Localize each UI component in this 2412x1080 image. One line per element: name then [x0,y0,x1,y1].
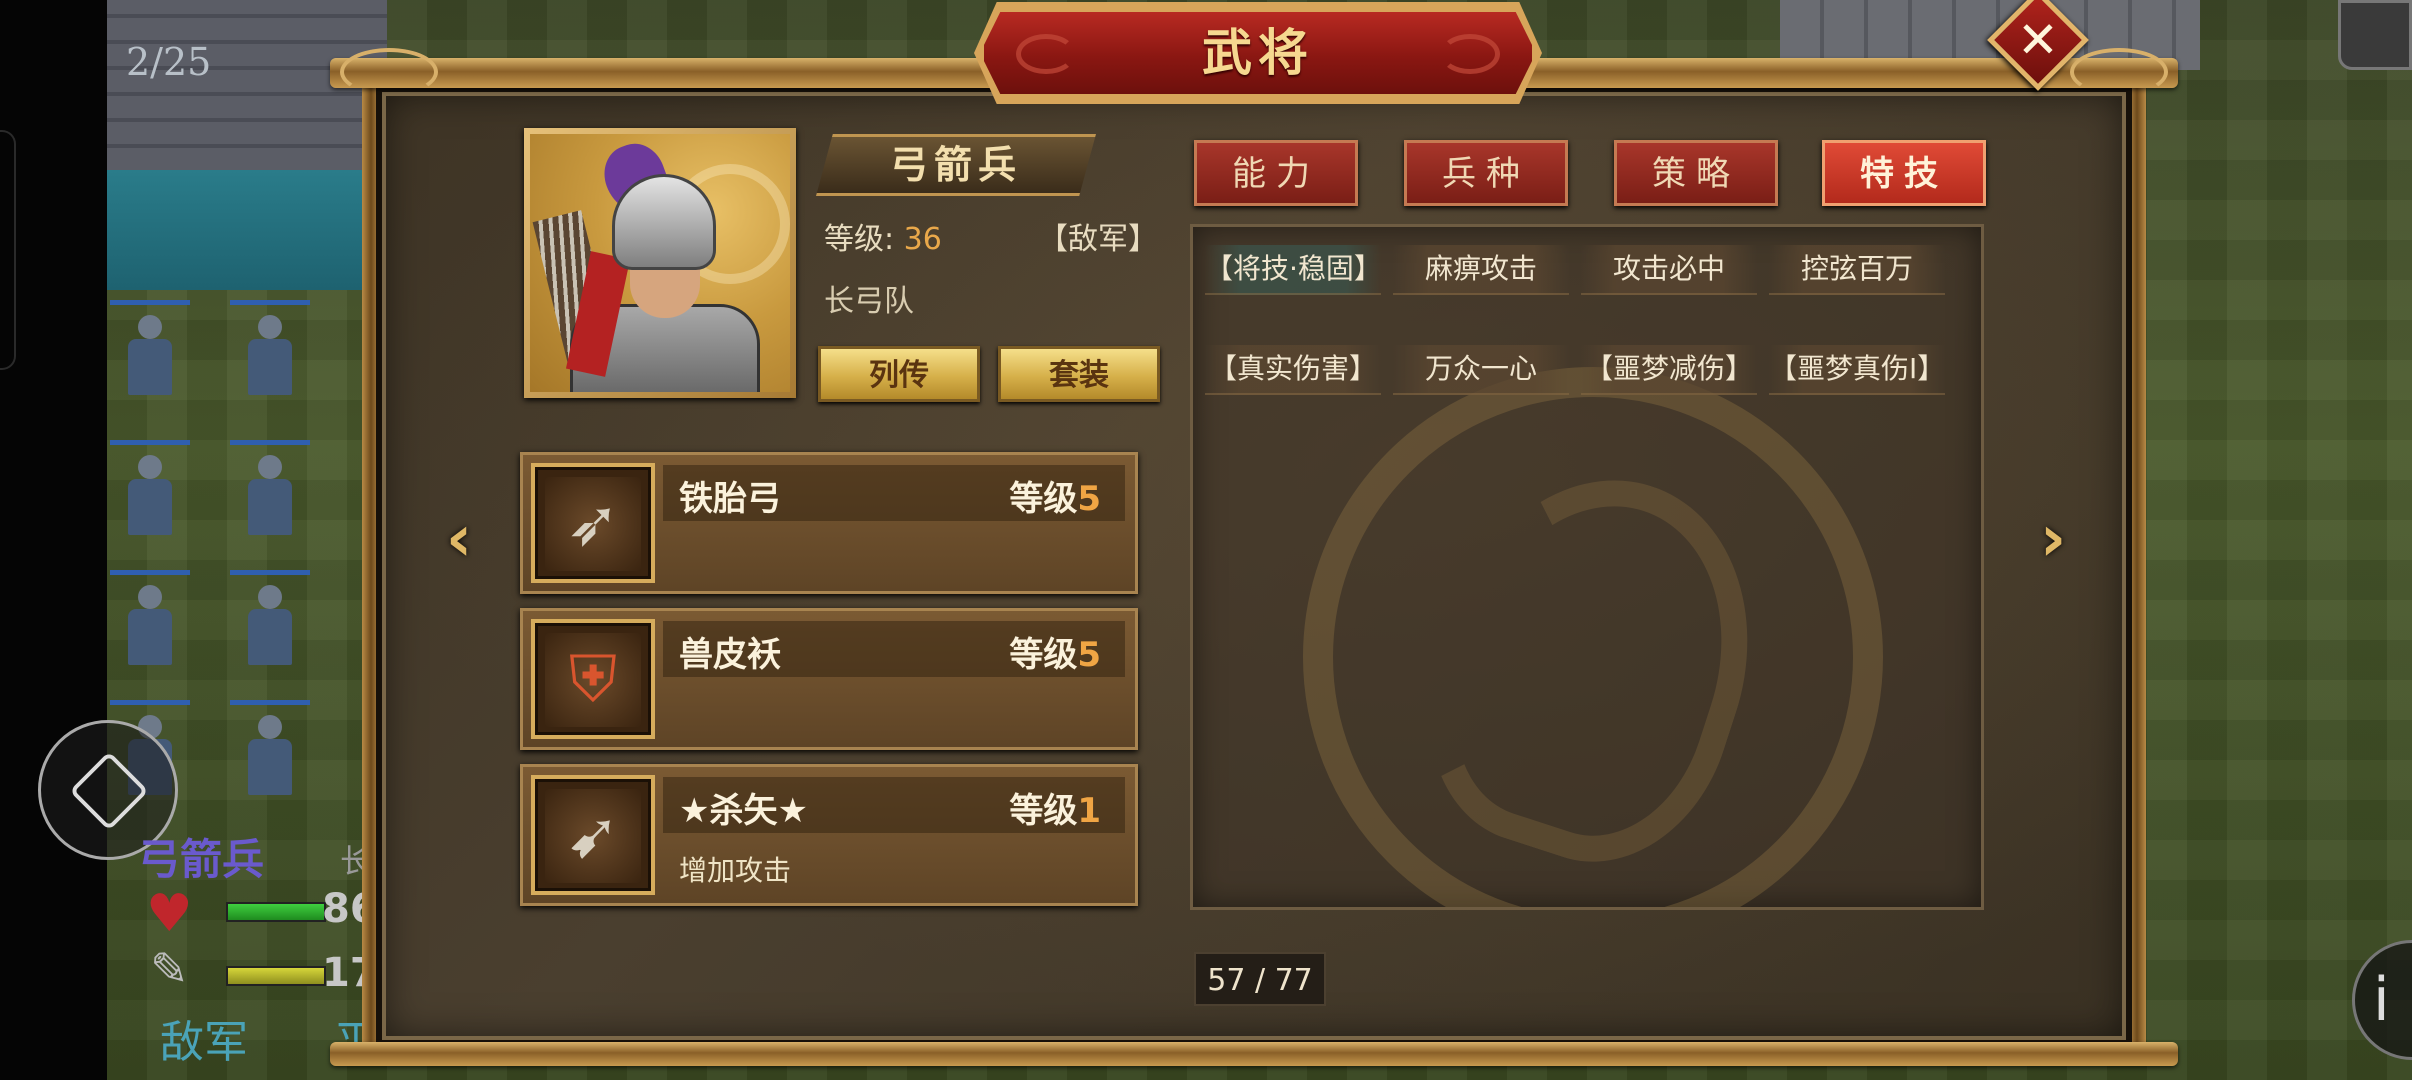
equipment-name: ★杀矢★ [679,791,808,831]
skill-tag[interactable]: 麻痹攻击 [1393,245,1569,295]
bow-icon: ➶ [545,477,641,571]
equipment-slot-weapon[interactable]: ➶ 铁胎弓 等级5 [520,452,1138,594]
frame-bottom-ornament [330,1042,2178,1066]
hud-side: 敌军 [160,1017,248,1068]
tab-special-skill[interactable]: 特技 [1822,140,1986,206]
troop-unit [110,570,190,670]
troop-unit [230,570,310,670]
hud-unit-name: 弓箭兵 [138,835,265,884]
troop-unit [110,440,190,540]
general-dialog: 武将 ✕ 弓箭兵 等级: 36 【敌军】 长弓队 列传 套装 ➶ 铁胎弓 等级5 [330,0,2178,1066]
hp-bar [226,902,326,922]
unit-type-label: 长弓队 [824,284,914,319]
equipment-level-label: 等级 [1009,791,1078,831]
portrait-image [530,134,790,392]
moat-water [107,170,387,290]
tab-ability[interactable]: 能力 [1194,140,1358,206]
dialog-title: 武将 [1202,23,1314,82]
equipment-level: 等级5 [1009,627,1101,676]
armor-icon: ⛨ [545,633,641,727]
prev-general-arrow-icon[interactable]: ‹ [434,504,484,574]
skill-tag[interactable]: 【噩梦真伤Ⅰ】 [1769,345,1945,395]
troop-unit [230,300,310,400]
general-portrait [524,128,796,398]
general-name: 弓箭兵 [889,142,1022,187]
arrow-icon: ➹ [545,789,641,883]
tab-strategy[interactable]: 策略 [1614,140,1778,206]
skill-tag[interactable]: 控弦百万 [1769,245,1945,295]
cube-icon [69,751,149,831]
equipment-icon-frame: ⛨ [531,619,655,739]
set-button[interactable]: 套装 [998,346,1160,402]
troop-unit [230,700,310,800]
skill-tag[interactable]: 【真实伤害】 [1205,345,1381,395]
skill-panel: 【将技·稳固】 麻痹攻击 攻击必中 控弦百万 【真实伤害】 万众一心 【噩梦减伤… [1190,224,1984,910]
equipment-name: 兽皮袄 [679,635,781,675]
equipment-slot-accessory[interactable]: ➹ ★杀矢★ 等级1 增加攻击 [520,764,1138,906]
screen-letterbox [0,0,107,1080]
mp-bar [226,966,326,986]
equipment-icon-frame: ➶ [531,463,655,583]
skill-tag[interactable]: 万众一心 [1393,345,1569,395]
close-icon[interactable]: ✕ [2002,4,2074,76]
equipment-level: 等级1 [1009,783,1101,832]
heart-icon: ♥ [146,884,193,944]
equipment-level-value: 5 [1077,479,1101,519]
skill-tag[interactable]: 【将技·稳固】 [1205,245,1382,295]
turn-counter: 2/25 [126,40,212,84]
skill-tag[interactable]: 【噩梦减伤】 [1581,345,1757,395]
equipment-level-label: 等级 [1009,635,1078,675]
biography-button[interactable]: 列传 [818,346,980,402]
equipment-level-label: 等级 [1009,479,1078,519]
tab-troop-type[interactable]: 兵种 [1404,140,1568,206]
feather-icon: ✎ [150,942,189,996]
equipment-name: 铁胎弓 [679,479,781,519]
device-edge [0,130,16,370]
troop-unit [110,300,190,400]
equipment-level-value: 5 [1077,635,1101,675]
troop-unit [230,440,310,540]
equipment-level: 等级5 [1009,471,1101,520]
equipment-desc: 增加攻击 [679,854,792,887]
level-label: 等级: [824,222,895,257]
equipment-level-value: 1 [1077,791,1101,831]
faction-label: 【敌军】 [1038,222,1158,257]
level-value: 36 [903,222,942,257]
skill-tag[interactable]: 攻击必中 [1581,245,1757,295]
general-level: 等级: 36 [824,214,942,258]
map-menu-button[interactable] [2338,0,2412,70]
general-pager: 57 / 77 [1194,952,1326,1006]
equipment-icon-frame: ➹ [531,775,655,895]
next-general-arrow-icon[interactable]: › [2028,504,2078,574]
equipment-slot-armor[interactable]: ⛨ 兽皮袄 等级5 [520,608,1138,750]
